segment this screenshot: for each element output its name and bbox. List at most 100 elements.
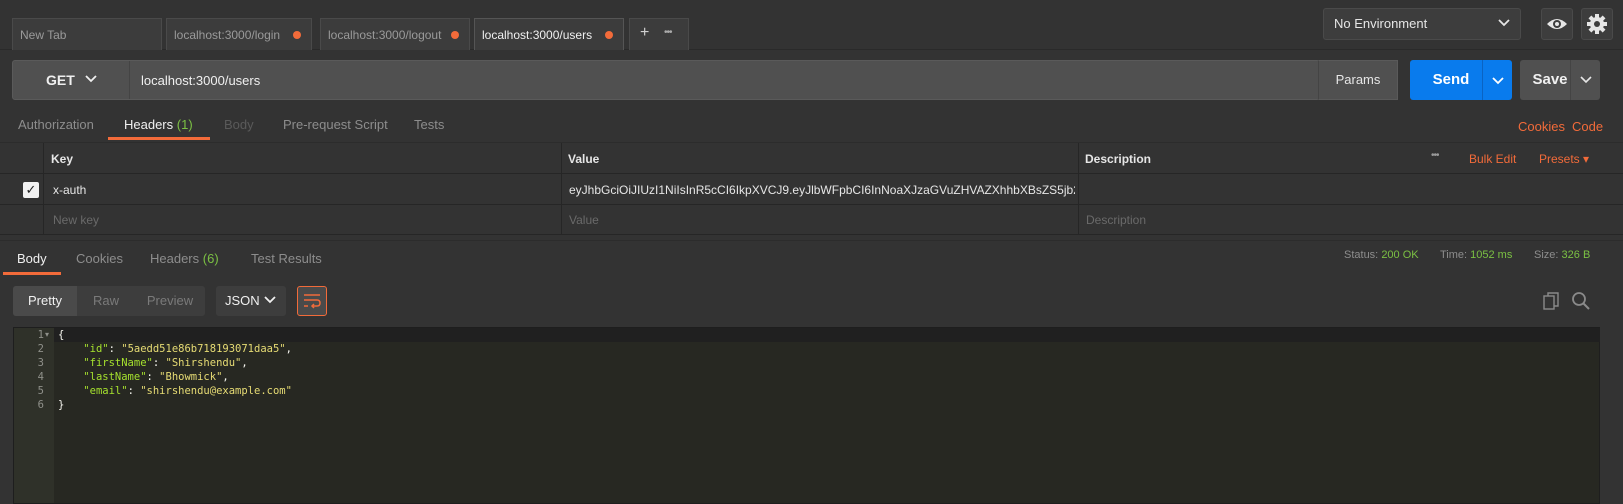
json-key: "firstName": [83, 357, 153, 369]
table-cell: [44, 174, 562, 205]
view-mode-preview[interactable]: Preview: [135, 286, 205, 316]
request-tab-new[interactable]: New Tab: [12, 18, 162, 50]
new-key-input[interactable]: New key: [53, 213, 99, 227]
bulk-edit-link[interactable]: Bulk Edit: [1469, 152, 1516, 166]
tab-headers[interactable]: Headers (1): [124, 117, 193, 132]
line-number: 3: [37, 357, 44, 369]
response-body-editor[interactable]: 1 2 3 4 5 6 ▾ { "id": "5aedd51e86b718193…: [13, 327, 1600, 504]
request-tab-login[interactable]: localhost:3000/login: [166, 18, 312, 50]
new-description-input[interactable]: Description: [1086, 213, 1146, 227]
line-number: 6: [37, 399, 44, 411]
params-button[interactable]: Params: [1318, 60, 1398, 100]
tab-response-headers-label: Headers: [150, 251, 200, 266]
wrap-lines-button[interactable]: [297, 286, 327, 316]
tab-pre-request-script[interactable]: Pre-request Script: [283, 117, 388, 132]
tab-tests[interactable]: Tests: [414, 117, 444, 132]
time-readout: Time: 1052 ms: [1440, 249, 1512, 261]
fold-toggle-icon[interactable]: ▾: [45, 328, 49, 342]
active-tab-indicator: [108, 137, 210, 140]
presets-dropdown[interactable]: Presets ▾: [1539, 152, 1589, 166]
code-line: "id": "5aedd51e86b718193071daa5",: [83, 343, 292, 355]
new-value-input[interactable]: Value: [569, 213, 599, 227]
manage-environments-button[interactable]: [1581, 8, 1613, 40]
header-key-cell[interactable]: x-auth: [53, 183, 86, 197]
search-icon[interactable]: [1571, 291, 1591, 311]
view-mode-raw[interactable]: Raw: [77, 286, 135, 316]
gear-icon: [1587, 14, 1607, 34]
headers-count-badge: (1): [176, 117, 193, 132]
format-select[interactable]: JSON: [216, 286, 286, 316]
environment-select-value: No Environment: [1334, 16, 1428, 31]
table-cell: [562, 205, 1079, 235]
time-value[interactable]: 1052 ms: [1470, 249, 1512, 261]
tab-controls: + •••: [629, 18, 689, 50]
tab-bar: New Tab localhost:3000/login localhost:3…: [0, 0, 1623, 50]
table-header-cell: [44, 143, 562, 174]
save-button-label: Save: [1532, 71, 1568, 88]
size-value[interactable]: 326 B: [1562, 249, 1591, 261]
code-line: }: [58, 399, 65, 411]
method-value: GET: [46, 72, 75, 88]
request-tabs: Authorization Headers (1) Body Pre-reque…: [0, 108, 1623, 142]
json-key: "lastName": [83, 371, 147, 383]
tab-response-headers[interactable]: Headers (6): [150, 251, 219, 266]
unsaved-dot-icon: [451, 31, 459, 39]
chevron-down-icon: [1498, 19, 1510, 27]
line-number: 5: [37, 385, 44, 397]
code-line: "firstName": "Shirshendu",: [83, 357, 248, 369]
size-label: Size:: [1534, 249, 1559, 261]
tab-response-cookies[interactable]: Cookies: [76, 251, 123, 266]
code-link[interactable]: Code: [1572, 119, 1603, 134]
status-value[interactable]: 200 OK: [1381, 249, 1418, 261]
table-cell: [44, 205, 562, 235]
request-url-bar: GET: [12, 60, 1330, 100]
unsaved-dot-icon: [605, 31, 613, 39]
active-line-highlight: [54, 328, 1600, 342]
send-options-button[interactable]: [1482, 60, 1512, 100]
header-enabled-checkbox[interactable]: ✓: [23, 182, 39, 198]
tab-response-body[interactable]: Body: [17, 251, 47, 266]
tab-label: localhost:3000/login: [174, 28, 281, 42]
json-value: "5aedd51e86b718193071daa5": [121, 343, 286, 355]
header-value-cell[interactable]: eyJhbGciOiJIUzI1NiIsInR5cCI6IkpXVCJ9.eyJ…: [569, 183, 1075, 197]
view-mode-pretty[interactable]: Pretty: [13, 286, 77, 316]
request-tab-logout[interactable]: localhost:3000/logout: [320, 18, 470, 50]
line-number: 4: [37, 371, 44, 383]
tab-authorization[interactable]: Authorization: [18, 117, 94, 132]
copy-icon[interactable]: [1542, 291, 1562, 311]
json-value: "Bhowmick": [159, 371, 223, 383]
environment-quick-look-button[interactable]: [1541, 8, 1573, 40]
json-value: "Shirshendu": [165, 357, 242, 369]
json-key: "id": [83, 343, 109, 355]
send-button[interactable]: Send: [1410, 60, 1492, 100]
table-cell: [1079, 205, 1623, 235]
chevron-down-icon: [1580, 76, 1592, 84]
json-value: "shirshendu@example.com": [140, 385, 292, 397]
request-tab-users[interactable]: localhost:3000/users: [474, 18, 624, 50]
tab-test-results[interactable]: Test Results: [251, 251, 322, 266]
tab-more-icon[interactable]: •••: [664, 27, 672, 38]
method-select[interactable]: GET: [13, 61, 130, 99]
time-label: Time:: [1440, 249, 1468, 261]
table-cell: [0, 205, 44, 235]
code-line: "email": "shirshendu@example.com": [83, 385, 292, 397]
line-number: 2: [37, 343, 44, 355]
status-label: Status:: [1344, 249, 1379, 261]
headers-more-icon[interactable]: •••: [1431, 150, 1439, 161]
url-input[interactable]: [130, 61, 1330, 99]
environment-select[interactable]: No Environment: [1323, 8, 1521, 40]
table-header-cell: [0, 143, 44, 174]
cookies-link[interactable]: Cookies: [1518, 119, 1565, 134]
chevron-down-icon: [264, 296, 276, 304]
status-readout: Status: 200 OK: [1344, 249, 1419, 261]
add-tab-button[interactable]: +: [640, 24, 649, 42]
tab-label: localhost:3000/users: [482, 28, 593, 42]
tab-label: New Tab: [20, 28, 67, 42]
response-headers-count-badge: (6): [202, 251, 219, 266]
tab-label: localhost:3000/logout: [328, 28, 442, 42]
send-button-label: Send: [1432, 71, 1470, 88]
save-options-button[interactable]: [1570, 60, 1600, 100]
table-cell: [1079, 174, 1623, 205]
line-number: 1: [37, 329, 44, 341]
format-select-value: JSON: [225, 293, 260, 308]
